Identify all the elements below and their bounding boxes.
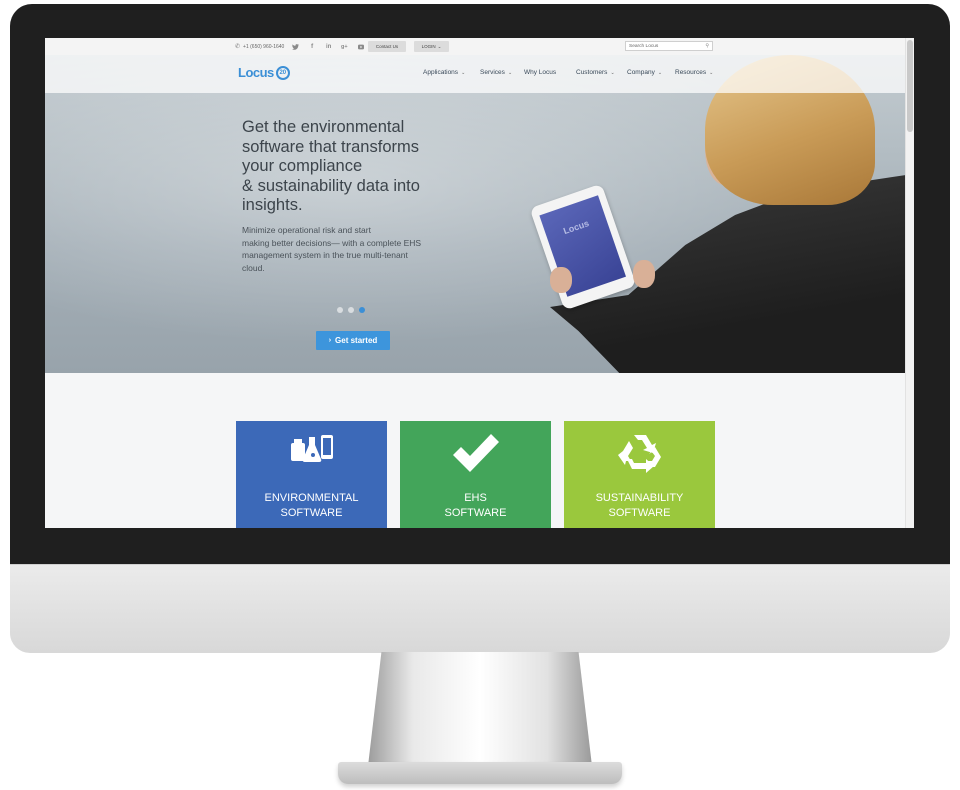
card-ehs-software[interactable]: EHS SOFTWARE — [400, 421, 551, 528]
hero-headline: Get the environmental software that tran… — [242, 118, 420, 214]
card-label: EHS SOFTWARE — [444, 492, 507, 519]
page-scrollbar[interactable] — [905, 38, 914, 528]
monitor-stand-base — [338, 762, 622, 784]
card-sustainability-software[interactable]: SUSTAINABILITY SOFTWARE — [564, 421, 715, 528]
monitor-chin — [10, 564, 950, 653]
chevron-down-icon: ⌄ — [709, 69, 714, 76]
chevron-down-icon: ⌄ — [610, 69, 615, 76]
locus-logo[interactable]: Locus 20 — [238, 65, 290, 80]
hero-person-hand — [633, 260, 655, 288]
card-label: SUSTAINABILITY SOFTWARE — [595, 492, 684, 519]
main-navigation: Locus 20 Applications ⌄ Services ⌄ Why L… — [45, 55, 906, 93]
scrollbar-thumb[interactable] — [907, 40, 913, 132]
logo-anniversary-badge: 20 — [275, 65, 290, 80]
google-plus-icon[interactable]: g+ — [341, 38, 348, 55]
search-placeholder: Search Locus — [629, 43, 659, 49]
checkmark-icon — [400, 431, 551, 475]
nav-item-label: Services — [480, 69, 505, 76]
chevron-right-icon: › — [328, 337, 332, 344]
youtube-icon[interactable] — [358, 38, 364, 55]
card-environmental-software[interactable]: ENVIRONMENTAL SOFTWARE — [236, 421, 387, 528]
chevron-down-icon: ⌄ — [507, 69, 513, 76]
carousel-dot-1[interactable] — [337, 307, 343, 313]
chevron-down-icon: ⌄ — [657, 69, 663, 76]
nav-item-why-locus[interactable]: Why Locus — [524, 69, 556, 76]
nav-item-services[interactable]: Services ⌄ — [480, 69, 512, 76]
card-label: ENVIRONMENTAL SOFTWARE — [264, 492, 359, 519]
carousel-indicators — [337, 307, 370, 313]
nav-item-company[interactable]: Company ⌄ — [627, 69, 662, 76]
linkedin-icon[interactable]: in — [326, 38, 331, 55]
get-started-button[interactable]: › Get started — [316, 331, 390, 350]
chevron-down-icon: ⌄ — [437, 43, 442, 49]
hero-person-hand — [550, 267, 572, 293]
nav-item-resources[interactable]: Resources ⌄ — [675, 69, 713, 76]
top-utility-bar: ✆ +1 (650) 960-1640 f in g+ Contact Us L… — [45, 38, 906, 56]
login-button[interactable]: LOGIN ⌄ — [414, 41, 449, 52]
contact-us-button[interactable]: Contact Us — [368, 41, 406, 52]
login-label: LOGIN — [421, 44, 436, 49]
nav-item-label: Company — [627, 69, 655, 76]
twitter-icon[interactable] — [292, 38, 299, 55]
nav-item-label: Customers — [576, 69, 608, 76]
logo-text: Locus — [238, 65, 274, 80]
lab-devices-icon — [236, 431, 387, 475]
phone-link[interactable]: ✆ +1 (650) 960-1640 — [235, 38, 284, 55]
nav-item-applications[interactable]: Applications ⌄ — [423, 69, 465, 76]
phone-number: +1 (650) 960-1640 — [243, 43, 285, 50]
hero-description: Minimize operational risk and start maki… — [242, 225, 422, 273]
chevron-down-icon: ⌄ — [461, 69, 466, 76]
recycle-icon — [564, 431, 715, 475]
nav-item-label: Resources — [675, 69, 707, 76]
search-input[interactable]: Search Locus ⚲ — [625, 41, 713, 51]
carousel-dot-3[interactable] — [359, 307, 365, 313]
screen: ✆ +1 (650) 960-1640 f in g+ Contact Us L… — [45, 38, 914, 528]
carousel-dot-2[interactable] — [348, 307, 354, 313]
get-started-label: Get started — [335, 336, 378, 345]
nav-item-label: Applications — [423, 69, 459, 76]
monitor-stand — [368, 652, 592, 766]
nav-item-label: Why Locus — [524, 69, 557, 76]
facebook-icon[interactable]: f — [311, 38, 313, 55]
search-icon[interactable]: ⚲ — [705, 43, 709, 49]
nav-item-customers[interactable]: Customers ⌄ — [576, 69, 615, 76]
phone-icon: ✆ — [235, 44, 241, 50]
hero-carousel: Locus Locus 20 Applications ⌄ Services ⌄… — [45, 55, 906, 373]
